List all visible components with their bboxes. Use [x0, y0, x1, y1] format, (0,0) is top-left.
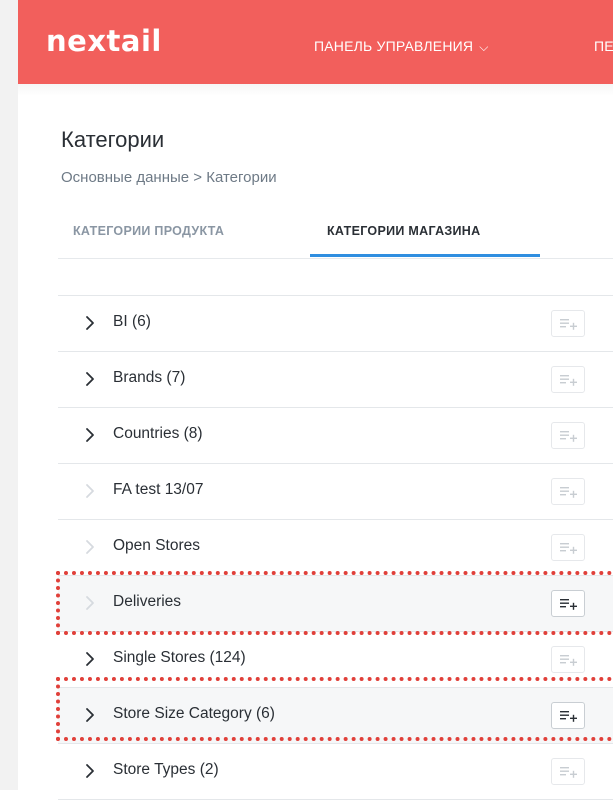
category-label: Store Size Category (6) — [113, 705, 275, 722]
nextail-logo[interactable]: nextail — [46, 24, 162, 58]
add-subcategory-button[interactable] — [551, 590, 585, 617]
page-title: Категории — [61, 127, 165, 152]
category-row-fa-test-13-07[interactable]: FA test 13/07 — [58, 464, 613, 520]
add-subcategory-button[interactable] — [551, 758, 585, 785]
category-label: Single Stores (124) — [113, 649, 246, 666]
chevron-right-icon[interactable] — [81, 426, 99, 444]
playlist-add-icon — [560, 431, 577, 442]
add-subcategory-button[interactable] — [551, 478, 585, 505]
category-row-store-size-category[interactable]: Store Size Category (6) — [58, 688, 613, 744]
category-label: Store Types (2) — [113, 761, 219, 778]
top-navbar: nextail ПАНЕЛЬ УПРАВЛЕНИЯ ⌵ ПЕ — [18, 0, 613, 84]
add-subcategory-button[interactable] — [551, 366, 585, 393]
add-subcategory-button[interactable] — [551, 310, 585, 337]
category-label: Deliveries — [113, 593, 182, 610]
category-row-bi[interactable]: BI (6) — [58, 296, 613, 352]
chevron-right-icon[interactable] — [81, 370, 99, 388]
playlist-add-icon — [560, 375, 577, 386]
chevron-down-icon: ⌵ — [479, 40, 489, 54]
category-tree: BI (6) Brands (7) Countries (8) FA test 13/… — [58, 295, 613, 800]
playlist-add-icon — [560, 319, 577, 330]
add-subcategory-button[interactable] — [551, 422, 585, 449]
breadcrumb[interactable]: Основные данные > Категории — [61, 169, 277, 186]
playlist-add-icon — [560, 655, 577, 666]
main-content: Категории Основные данные > Категории КА… — [18, 84, 613, 800]
add-subcategory-button[interactable] — [551, 702, 585, 729]
add-subcategory-button[interactable] — [551, 646, 585, 673]
playlist-add-icon — [560, 487, 577, 498]
category-label: FA test 13/07 — [113, 481, 204, 498]
add-subcategory-button[interactable] — [551, 534, 585, 561]
nav-next-item[interactable]: ПЕ — [594, 38, 613, 54]
nav-dashboard[interactable]: ПАНЕЛЬ УПРАВЛЕНИЯ ⌵ — [314, 38, 489, 55]
nav-next-item-label: ПЕ — [594, 38, 613, 54]
category-row-countries[interactable]: Countries (8) — [58, 408, 613, 464]
category-row-open-stores[interactable]: Open Stores — [58, 520, 613, 576]
category-label: Brands (7) — [113, 369, 186, 386]
chevron-right-icon[interactable] — [81, 314, 99, 332]
tab-store-categories[interactable]: КАТЕГОРИИ МАГАЗИНА — [327, 224, 480, 238]
category-label: BI (6) — [113, 313, 151, 330]
chevron-right-icon — [81, 538, 99, 556]
category-row-store-types[interactable]: Store Types (2) — [58, 744, 613, 800]
category-label: Open Stores — [113, 537, 201, 554]
tab-product-categories[interactable]: КАТЕГОРИИ ПРОДУКТА — [73, 224, 224, 238]
category-row-single-stores[interactable]: Single Stores (124) — [58, 632, 613, 688]
active-tab-indicator — [310, 254, 540, 257]
category-label: Countries (8) — [113, 425, 203, 442]
playlist-add-icon — [560, 711, 577, 722]
category-row-deliveries[interactable]: Deliveries — [58, 576, 613, 632]
chevron-right-icon — [81, 482, 99, 500]
chevron-right-icon — [81, 594, 99, 612]
header-shadow — [18, 84, 613, 96]
playlist-add-icon — [560, 543, 577, 554]
chevron-right-icon[interactable] — [81, 650, 99, 668]
category-row-brands[interactable]: Brands (7) — [58, 352, 613, 408]
chevron-right-icon[interactable] — [81, 762, 99, 780]
playlist-add-icon — [560, 599, 577, 610]
chevron-right-icon[interactable] — [81, 706, 99, 724]
category-tabs: КАТЕГОРИИ ПРОДУКТА КАТЕГОРИИ МАГАЗИНА — [58, 210, 613, 259]
nav-dashboard-label: ПАНЕЛЬ УПРАВЛЕНИЯ — [314, 38, 474, 54]
left-gutter — [0, 0, 19, 790]
playlist-add-icon — [560, 767, 577, 778]
